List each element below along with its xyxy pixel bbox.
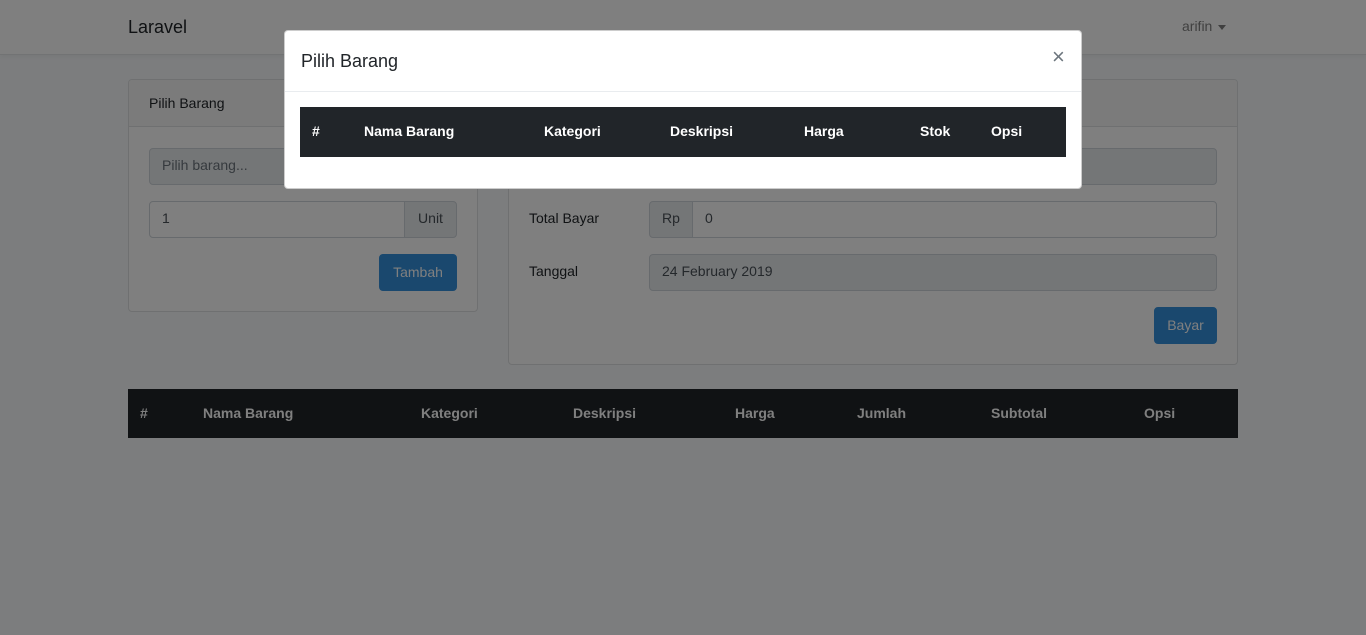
modal-col-category: Kategori [544, 123, 601, 139]
modal-col-name: Nama Barang [364, 123, 455, 139]
modal-col-stock: Stok [920, 123, 951, 139]
modal-col-price: Harga [804, 123, 844, 139]
modal-table-header: # Nama Barang Kategori Deskripsi Harga S… [300, 107, 1066, 157]
modal-col-options: Opsi [991, 123, 1023, 139]
pick-item-modal: Pilih Barang × # Nama Barang Kategori De… [284, 30, 1082, 189]
modal-col-description: Deskripsi [670, 123, 734, 139]
close-icon[interactable]: × [1052, 46, 1065, 68]
modal-header: Pilih Barang × [285, 31, 1081, 92]
modal-title: Pilih Barang [301, 51, 399, 71]
modal-col-number: # [312, 123, 320, 139]
